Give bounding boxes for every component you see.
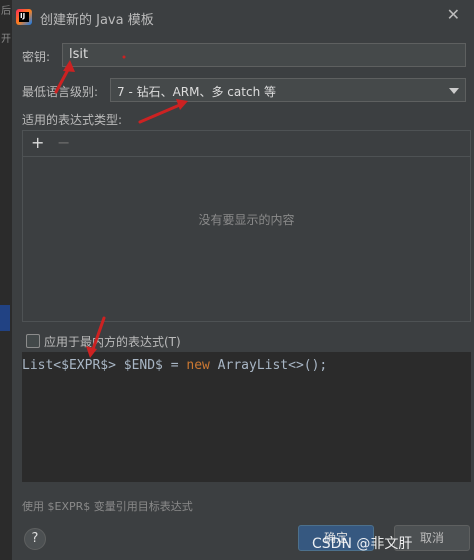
annotation-arrowhead-3 <box>86 346 97 358</box>
annotation-arrowhead-1 <box>63 60 75 72</box>
annotation-dot <box>122 55 126 59</box>
annotation-arrow-3 <box>90 316 106 354</box>
annotation-arrow-2 <box>138 102 184 124</box>
annotation-arrows <box>54 55 188 358</box>
